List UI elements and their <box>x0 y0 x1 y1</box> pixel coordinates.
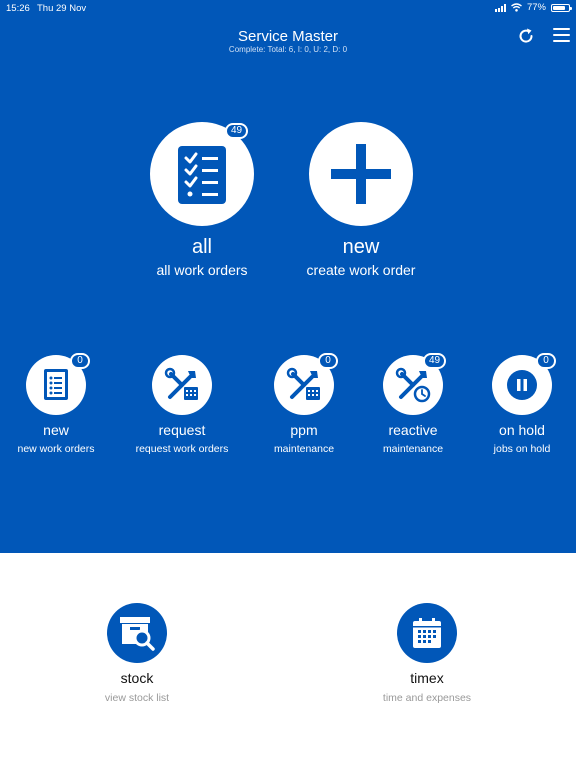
all-work-orders-label: all <box>191 236 212 258</box>
new-work-orders-tile[interactable]: 0 new new work orders <box>0 353 121 455</box>
stock-search-icon <box>120 617 155 651</box>
status-time: 15:26 <box>6 3 30 14</box>
refresh-icon <box>519 28 533 43</box>
status-date: Thu 29 Nov <box>37 3 87 14</box>
signal-icon <box>494 3 506 12</box>
on-hold-sublabel: jobs on hold <box>493 443 551 455</box>
battery-percent: 77% <box>526 2 546 13</box>
on-hold-circle[interactable]: 0 <box>492 353 556 415</box>
new-work-orders-sublabel: new work orders <box>17 443 95 455</box>
hamburger-menu-button[interactable] <box>553 28 570 43</box>
on-hold-tile[interactable]: 0 on hold jobs on hold <box>457 353 576 455</box>
timex-sublabel: time and expenses <box>382 692 472 704</box>
stock-sublabel: view stock list <box>104 692 170 704</box>
timex-tile[interactable]: timex time and expenses <box>347 603 507 704</box>
tools-calendar-icon <box>286 367 320 400</box>
all-work-orders-tile[interactable]: 49 all all work orders <box>137 122 267 278</box>
create-work-order-tile[interactable]: new create work order <box>296 122 426 278</box>
all-work-orders-sublabel: all work orders <box>156 262 248 278</box>
refresh-button[interactable] <box>516 26 536 46</box>
wifi-icon <box>511 3 522 12</box>
timex-label: timex <box>410 670 444 686</box>
completion-summary: Complete: Total: 6, I: 0, U: 2, D: 0 <box>228 45 348 54</box>
reactive-maintenance-circle[interactable]: 49 <box>383 353 447 415</box>
status-bar: 15:26 Thu 29 Nov 77% <box>0 0 576 16</box>
battery-fill <box>553 5 565 10</box>
pause-icon <box>507 370 537 400</box>
request-work-orders-label: request <box>158 422 206 438</box>
new-work-orders-badge: 0 <box>70 353 90 369</box>
new-work-orders-circle[interactable]: 0 <box>26 353 90 415</box>
plus-icon <box>331 144 391 204</box>
create-work-order-circle[interactable] <box>309 122 413 226</box>
timex-circle[interactable] <box>397 603 457 663</box>
stock-tile[interactable]: stock view stock list <box>57 603 217 704</box>
checklist-icon <box>178 146 226 204</box>
stock-circle[interactable] <box>107 603 167 663</box>
ppm-maintenance-circle[interactable]: 0 <box>274 353 338 415</box>
page-title: Service Master <box>237 28 339 45</box>
status-indicators: 77% <box>494 2 572 13</box>
create-work-order-label: new <box>342 236 380 258</box>
request-work-orders-tile[interactable]: request request work orders <box>117 355 247 455</box>
all-work-orders-badge: 49 <box>225 123 249 139</box>
new-work-orders-label: new <box>43 422 69 438</box>
tools-clock-icon <box>395 367 431 403</box>
calendar-icon <box>413 618 441 648</box>
request-work-orders-sublabel: request work orders <box>135 443 229 455</box>
on-hold-label: on hold <box>499 422 545 438</box>
all-work-orders-circle[interactable]: 49 <box>150 122 254 226</box>
create-work-order-sublabel: create work order <box>306 262 416 278</box>
battery-icon <box>551 3 572 12</box>
reactive-maintenance-badge: 49 <box>423 353 447 369</box>
on-hold-badge: 0 <box>536 353 556 369</box>
list-icon <box>44 369 68 400</box>
ppm-maintenance-badge: 0 <box>318 353 338 369</box>
stock-label: stock <box>120 670 154 686</box>
header-panel: 15:26 Thu 29 Nov 77% Service Master Comp… <box>0 0 576 553</box>
tools-calendar-icon <box>164 367 198 400</box>
request-work-orders-circle[interactable] <box>152 355 212 415</box>
